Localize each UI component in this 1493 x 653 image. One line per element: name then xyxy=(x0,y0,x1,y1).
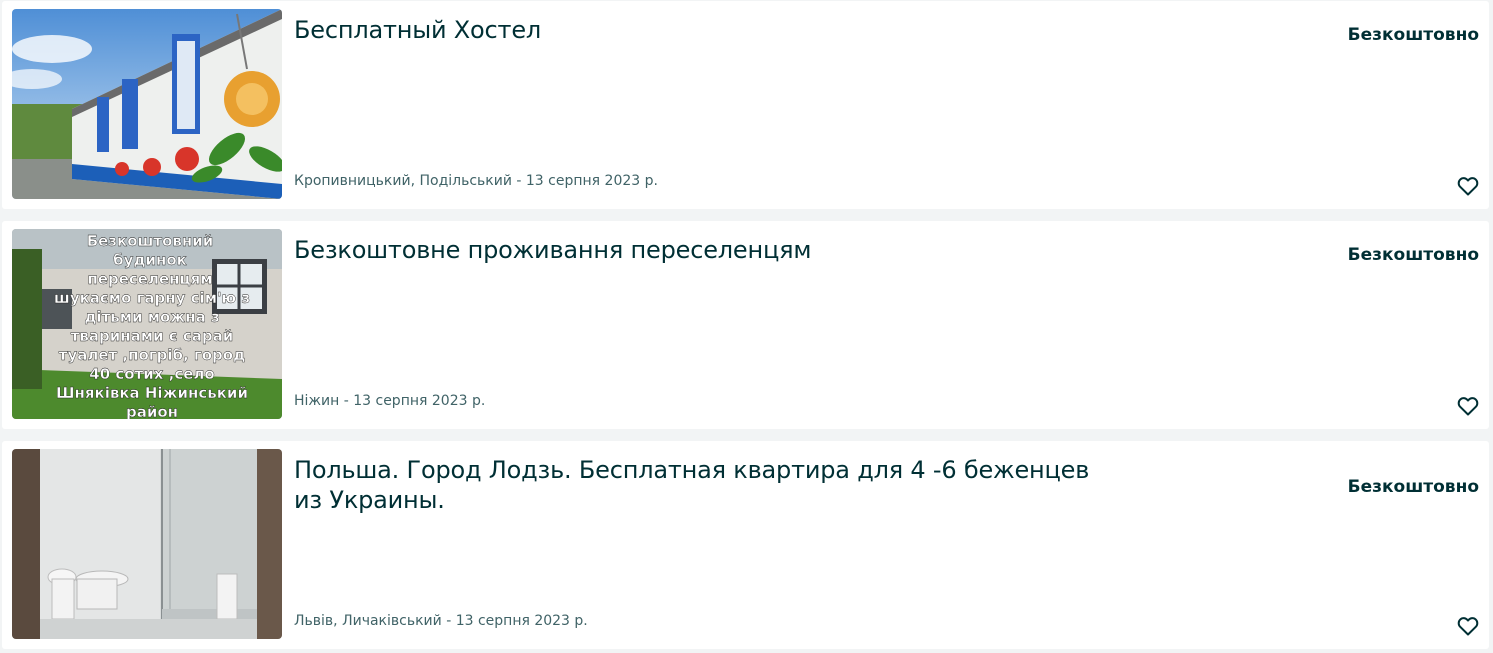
image-text-line: дітьми можна з xyxy=(84,308,219,326)
listing-image-bathroom xyxy=(12,449,282,639)
image-text-line: район xyxy=(126,403,178,419)
listing-image[interactable]: Безкоштовний будинок переселенцям шукаєм… xyxy=(12,229,282,419)
listing-title[interactable]: Бесплатный Хостел xyxy=(294,15,1094,45)
image-text-line: переселенцям xyxy=(87,270,212,288)
listing-price: Безкоштовно xyxy=(1347,245,1479,265)
favorite-button[interactable] xyxy=(1455,393,1481,419)
image-text-line: Шняківка Ніжинський xyxy=(56,384,248,402)
listing-image-hostel xyxy=(12,9,282,199)
favorite-button[interactable] xyxy=(1455,173,1481,199)
image-text-line: туалет ,погріб, город xyxy=(59,346,245,364)
listing-title[interactable]: Безкоштовне проживання переселенцям xyxy=(294,235,1094,265)
listing-image[interactable] xyxy=(12,449,282,639)
heart-outline-icon xyxy=(1457,617,1479,636)
heart-outline-icon xyxy=(1457,397,1479,416)
listing-price: Безкоштовно xyxy=(1347,25,1479,45)
heart-outline-icon xyxy=(1457,177,1479,196)
image-text-line: тваринами є сарай xyxy=(71,327,234,345)
favorite-button[interactable] xyxy=(1455,613,1481,639)
listing-location-date: Ніжин - 13 серпня 2023 р. xyxy=(294,393,486,409)
listings-list: Бесплатный Хостел Кропивницький, Подільс… xyxy=(0,0,1493,653)
listing-card[interactable]: Польша. Город Лодзь. Бесплатная квартира… xyxy=(2,441,1489,649)
image-text-line: Безкоштовний xyxy=(87,232,214,250)
listing-price: Безкоштовно xyxy=(1347,477,1479,497)
listing-card[interactable]: Бесплатный Хостел Кропивницький, Подільс… xyxy=(2,1,1489,209)
image-text-line: 40 сотих ,село xyxy=(89,365,214,383)
listing-image-house: Безкоштовний будинок переселенцям шукаєм… xyxy=(12,229,282,419)
image-text-line: шукаємо гарну сім'ю з xyxy=(54,289,250,307)
listing-location-date: Львів, Личаківський - 13 серпня 2023 р. xyxy=(294,613,588,629)
listing-location-date: Кропивницький, Подільський - 13 серпня 2… xyxy=(294,173,658,189)
listing-card[interactable]: Безкоштовний будинок переселенцям шукаєм… xyxy=(2,221,1489,429)
image-text-line: будинок xyxy=(113,251,187,269)
listing-title[interactable]: Польша. Город Лодзь. Бесплатная квартира… xyxy=(294,455,1094,515)
listing-image[interactable] xyxy=(12,9,282,199)
